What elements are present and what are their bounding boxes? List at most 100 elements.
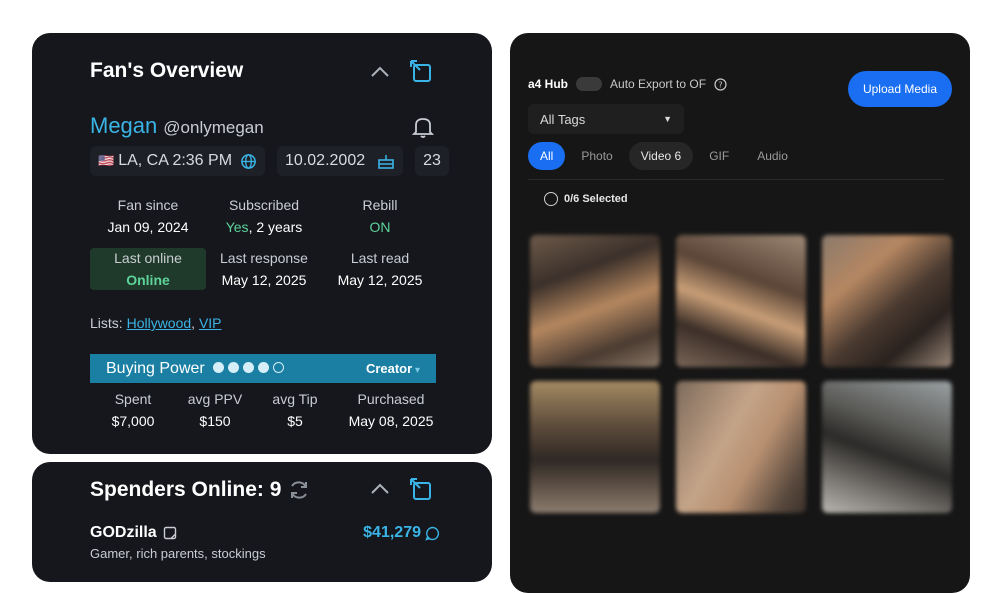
buying-power-label: Buying Power	[106, 359, 205, 377]
auto-export-label: Auto Export to OF	[610, 77, 707, 91]
media-thumbnail[interactable]	[530, 381, 660, 513]
fan-lists: Lists: Hollywood, VIP	[90, 315, 222, 331]
stat-value: $7,000	[111, 413, 155, 429]
subscribed-duration: , 2 years	[248, 219, 303, 235]
stat-label: Last response	[220, 250, 308, 266]
media-hub-panel: a4 Hub Auto Export to OF ? Upload Media …	[510, 33, 970, 593]
stat-value: May 12, 2025	[337, 272, 423, 288]
media-thumbnail[interactable]	[676, 381, 806, 513]
media-thumbnail[interactable]	[822, 381, 952, 513]
birthday-chip: 10.02.2002	[277, 146, 404, 176]
caret-down-icon: ▾	[412, 365, 420, 376]
stat-label: avg PPV	[187, 391, 243, 407]
upload-media-button[interactable]: Upload Media	[848, 71, 952, 107]
spender-tags: Gamer, rich parents, stockings	[90, 546, 266, 561]
spender-list-item[interactable]: GODzilla $41,279 Gamer, rich parents, st…	[90, 524, 440, 561]
rating-dot-filled	[242, 361, 254, 373]
tier-dropdown[interactable]: Creator ▾	[366, 361, 420, 376]
birthday-date: 10.02.2002	[285, 152, 366, 169]
stat-value: $150	[199, 413, 231, 429]
fan-handle: @onlymegan	[163, 118, 264, 137]
globe-icon	[241, 153, 256, 169]
stat-label: Subscribed	[228, 197, 300, 213]
rating-dot-filled	[212, 361, 224, 373]
tier-label: Creator	[365, 361, 413, 376]
stat-value: May 12, 2025	[221, 272, 307, 288]
tab-gif[interactable]: GIF	[697, 142, 741, 170]
media-type-tabs: All Photo Video 6 GIF Audio	[528, 142, 800, 170]
export-icon[interactable]	[408, 58, 432, 82]
fans-overview-panel: Fan's Overview Megan @onlymegan 🇺🇸 LA, C…	[32, 33, 492, 454]
stat-label: Last online	[114, 250, 182, 266]
chevron-up-icon[interactable]	[368, 478, 392, 502]
rebill-stat: Rebill ON	[322, 197, 438, 235]
last-read-stat: Last read May 12, 2025	[322, 250, 438, 288]
us-flag-icon: 🇺🇸	[98, 153, 115, 168]
spent-stat: Spent $7,000	[90, 391, 176, 429]
select-radio[interactable]	[544, 192, 558, 206]
bell-icon[interactable]	[411, 115, 436, 139]
buying-power-rating	[212, 360, 288, 378]
media-thumbnail[interactable]	[530, 235, 660, 367]
selected-count: 0/6 Selected	[564, 193, 628, 205]
list-link-hollywood[interactable]: Hollywood	[127, 315, 192, 331]
stat-value: Online	[126, 272, 170, 288]
tab-video[interactable]: Video 6	[628, 142, 694, 170]
age-chip: 23	[415, 146, 449, 176]
stat-label: Rebill	[362, 197, 398, 213]
tab-audio[interactable]: Audio	[745, 142, 800, 170]
tags-select[interactable]: All Tags ▼	[528, 104, 684, 134]
rating-dot-filled	[257, 361, 269, 373]
location-chip: 🇺🇸 LA, CA 2:36 PM	[90, 146, 266, 176]
chat-icon[interactable]	[425, 526, 440, 541]
age: 23	[423, 152, 441, 169]
location-time: LA, CA 2:36 PM	[118, 152, 233, 169]
note-icon[interactable]	[163, 526, 177, 540]
stat-label: Last read	[350, 250, 410, 266]
stat-label: Purchased	[357, 391, 425, 407]
avg-tip-stat: avg Tip $5	[254, 391, 336, 429]
export-icon[interactable]	[408, 476, 432, 500]
media-thumbnail[interactable]	[822, 235, 952, 367]
spender-name: GODzilla	[90, 524, 157, 541]
cake-icon	[378, 154, 394, 169]
buying-power-bar: Buying Power Creator ▾	[90, 354, 436, 383]
caret-down-icon: ▼	[663, 114, 672, 124]
fan-name[interactable]: Megan	[90, 113, 157, 139]
stat-label: Fan since	[117, 197, 179, 213]
lists-label: Lists:	[90, 315, 123, 331]
hub-header: a4 Hub Auto Export to OF ?	[528, 77, 727, 91]
panel-title: Fan's Overview	[90, 59, 244, 82]
fan-since-stat: Fan since Jan 09, 2024	[90, 197, 206, 235]
spender-amount: $41,279	[363, 524, 421, 541]
stat-value: ON	[369, 219, 391, 235]
auto-export-toggle[interactable]	[576, 77, 603, 91]
spend-stats-row: Spent $7,000 avg PPV $150 avg Tip $5 Pur…	[90, 391, 446, 429]
last-response-stat: Last response May 12, 2025	[206, 250, 322, 288]
last-online-stat: Last online Online	[90, 248, 206, 290]
stat-label: avg Tip	[272, 391, 318, 407]
avg-ppv-stat: avg PPV $150	[176, 391, 254, 429]
tags-select-value: All Tags	[540, 111, 586, 127]
refresh-icon[interactable]	[287, 478, 311, 502]
subscribed-stat: Subscribed Yes, 2 years	[206, 197, 322, 235]
stat-value: Yes, 2 years	[206, 219, 322, 235]
hub-title: a4 Hub	[528, 77, 569, 91]
tab-all[interactable]: All	[528, 142, 566, 170]
spenders-online-panel: Spenders Online: 9 GODzilla $41,279 Game…	[32, 462, 492, 582]
fan-identity: Megan @onlymegan	[90, 113, 264, 139]
spenders-title: Spenders Online: 9	[90, 478, 282, 501]
select-all[interactable]: 0/6 Selected	[544, 192, 628, 206]
media-thumbnail[interactable]	[676, 235, 806, 367]
subscribed-yes: Yes	[225, 219, 249, 235]
fan-info-row: 🇺🇸 LA, CA 2:36 PM 10.02.2002 23	[90, 145, 449, 177]
tab-photo[interactable]: Photo	[569, 142, 624, 170]
rating-dot-filled	[227, 361, 239, 373]
chevron-up-icon[interactable]	[368, 61, 392, 85]
stat-value: $5	[287, 413, 303, 429]
divider	[528, 179, 944, 180]
list-link-vip[interactable]: VIP	[199, 315, 222, 331]
rating-dot-empty	[272, 361, 284, 373]
help-icon[interactable]: ?	[714, 77, 727, 91]
stat-value: May 08, 2025	[348, 413, 434, 429]
